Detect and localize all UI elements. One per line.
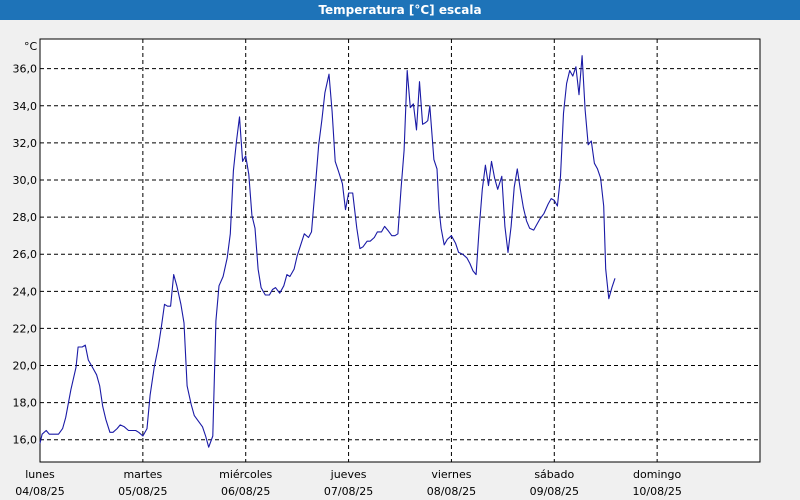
plot-area — [39, 38, 761, 463]
x-day-label: martes — [123, 468, 162, 481]
x-day-label: miércoles — [219, 468, 272, 481]
y-tick-label: 20,0 — [13, 360, 38, 373]
chart-title: Temperatura [°C] escala — [0, 0, 800, 20]
x-day-label: lunes — [25, 468, 55, 481]
y-tick-label: 34,0 — [13, 100, 38, 113]
y-tick-label: 32,0 — [13, 137, 38, 150]
y-tick-label: 30,0 — [13, 174, 38, 187]
y-tick-label: 22,0 — [13, 322, 38, 335]
x-date-label: 04/08/25 — [15, 485, 64, 498]
x-date-label: 05/08/25 — [118, 485, 167, 498]
x-date-label: 08/08/25 — [427, 485, 476, 498]
y-tick-label: 18,0 — [13, 397, 38, 410]
x-day-label: jueves — [330, 468, 367, 481]
x-date-label: 07/08/25 — [324, 485, 373, 498]
y-tick-label: 24,0 — [13, 285, 38, 298]
y-tick-label: 26,0 — [13, 248, 38, 261]
x-day-label: domingo — [633, 468, 681, 481]
x-date-label: 09/08/25 — [530, 485, 579, 498]
x-day-label: sábado — [534, 468, 574, 481]
grid-layer — [39, 38, 761, 463]
y-tick-label: 28,0 — [13, 211, 38, 224]
x-day-label: viernes — [431, 468, 471, 481]
temperature-chart: 16,0 18,0 20,0 22,0 24,0 26,0 28,0 30,0 32,0 34,0… — [13, 38, 761, 498]
y-unit-label: °C — [24, 40, 38, 53]
y-tick-label: 16,0 — [13, 434, 38, 447]
y-tick-label: 36,0 — [13, 63, 38, 76]
x-date-label: 06/08/25 — [221, 485, 270, 498]
x-date-label: 10/08/25 — [632, 485, 681, 498]
